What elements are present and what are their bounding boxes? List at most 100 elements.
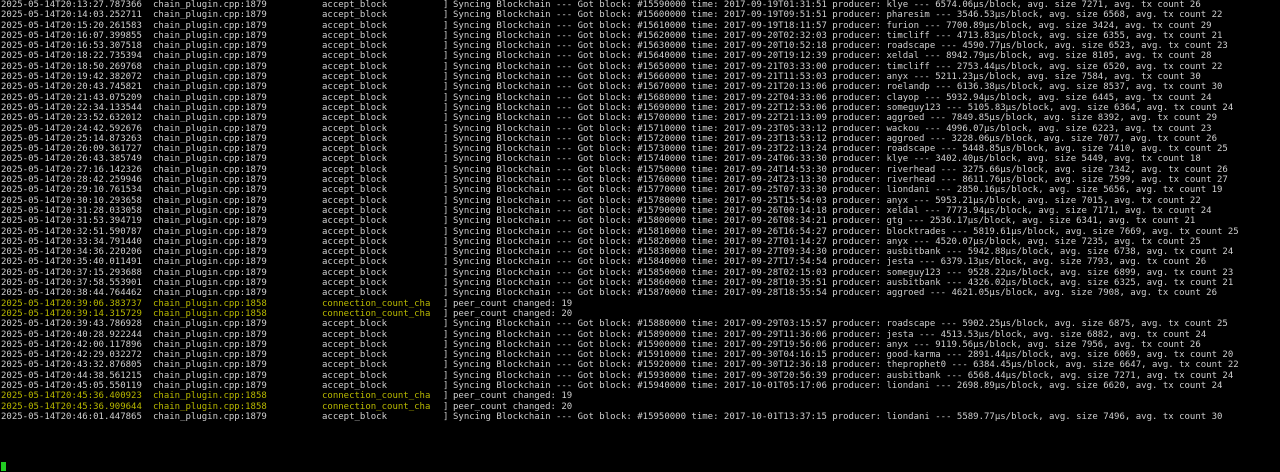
log-timestamp: 2025-05-14T20:15:20.261583	[1, 20, 142, 31]
log-function: accept_block	[322, 102, 388, 113]
log-message: Syncing Blockchain --- Got block: #15840…	[453, 257, 1207, 268]
log-function: accept_block	[322, 51, 388, 62]
log-line: 2025-05-14T20:32:51.590787 chain_plugin.c…	[0, 227, 1280, 237]
log-message: peer_count changed: 20	[453, 401, 573, 412]
log-line: 2025-05-14T20:39:14.315729 chain_plugin.c…	[0, 309, 1280, 319]
log-message: Syncing Blockchain --- Got block: #15890…	[453, 329, 1207, 340]
log-timestamp: 2025-05-14T20:29:10.761534	[1, 185, 142, 196]
log-source: chain_plugin.cpp:1879	[153, 175, 267, 186]
log-timestamp: 2025-05-14T20:18:22.735394	[1, 51, 142, 62]
log-message: Syncing Blockchain --- Got block: #15820…	[453, 236, 1201, 247]
log-function: connection_count_cha	[322, 401, 431, 412]
log-bracket: ]	[443, 51, 449, 62]
log-function: accept_block	[322, 175, 388, 186]
log-line: 2025-05-14T20:46:01.447865 chain_plugin.c…	[0, 412, 1280, 422]
log-source: chain_plugin.cpp:1879	[153, 154, 267, 165]
log-function: accept_block	[322, 164, 388, 175]
log-timestamp: 2025-05-14T20:45:36.400923	[1, 391, 142, 402]
log-line: 2025-05-14T20:18:50.269768 chain_plugin.c…	[0, 62, 1280, 72]
log-function: accept_block	[322, 339, 388, 350]
log-bracket: ]	[443, 278, 449, 289]
log-line: 2025-05-14T20:27:16.142326 chain_plugin.c…	[0, 165, 1280, 175]
log-source: chain_plugin.cpp:1879	[153, 257, 267, 268]
log-source: chain_plugin.cpp:1879	[153, 236, 267, 247]
log-bracket: ]	[443, 144, 449, 155]
log-message: Syncing Blockchain --- Got block: #15880…	[453, 319, 1228, 330]
log-message: Syncing Blockchain --- Got block: #15920…	[453, 360, 1239, 371]
log-line: 2025-05-14T20:39:43.786928 chain_plugin.c…	[0, 319, 1280, 329]
log-source: chain_plugin.cpp:1879	[153, 195, 267, 206]
log-function: accept_block	[322, 10, 388, 21]
log-source: chain_plugin.cpp:1879	[153, 247, 267, 258]
log-message: peer_count changed: 20	[453, 308, 573, 319]
log-source: chain_plugin.cpp:1879	[153, 72, 267, 83]
log-message: Syncing Blockchain --- Got block: #15670…	[453, 82, 1223, 93]
log-source: chain_plugin.cpp:1879	[153, 20, 267, 31]
log-source: chain_plugin.cpp:1879	[153, 92, 267, 103]
log-source: chain_plugin.cpp:1879	[153, 30, 267, 41]
log-bracket: ]	[443, 92, 449, 103]
log-bracket: ]	[443, 350, 449, 361]
log-source: chain_plugin.cpp:1879	[153, 51, 267, 62]
log-line: 2025-05-14T20:31:53.394719 chain_plugin.c…	[0, 216, 1280, 226]
log-bracket: ]	[443, 308, 449, 319]
log-function: accept_block	[322, 72, 388, 83]
terminal-cursor	[1, 462, 6, 471]
log-line: 2025-05-14T20:39:06.383737 chain_plugin.c…	[0, 299, 1280, 309]
log-line: 2025-05-14T20:38:44.764462 chain_plugin.c…	[0, 288, 1280, 298]
log-message: Syncing Blockchain --- Got block: #15660…	[453, 72, 1201, 83]
log-line: 2025-05-14T20:30:10.293658 chain_plugin.c…	[0, 196, 1280, 206]
log-source: chain_plugin.cpp:1858	[153, 401, 267, 412]
log-bracket: ]	[443, 370, 449, 381]
log-source: chain_plugin.cpp:1879	[153, 267, 267, 278]
log-message: Syncing Blockchain --- Got block: #15610…	[453, 20, 1212, 31]
log-bracket: ]	[443, 164, 449, 175]
log-timestamp: 2025-05-14T20:22:34.133544	[1, 102, 142, 113]
log-bracket: ]	[443, 61, 449, 72]
log-output: 2025-05-14T20:13:27.787366 chain_plugin.c…	[0, 0, 1280, 422]
log-bracket: ]	[443, 329, 449, 340]
log-function: accept_block	[322, 144, 388, 155]
log-function: accept_block	[322, 247, 388, 258]
log-timestamp: 2025-05-14T20:21:43.075209	[1, 92, 142, 103]
log-timestamp: 2025-05-14T20:39:06.383737	[1, 298, 142, 309]
log-source: chain_plugin.cpp:1858	[153, 298, 267, 309]
log-line: 2025-05-14T20:15:20.261583 chain_plugin.c…	[0, 21, 1280, 31]
log-bracket: ]	[443, 185, 449, 196]
log-function: accept_block	[322, 278, 388, 289]
log-line: 2025-05-14T20:35:40.011491 chain_plugin.c…	[0, 257, 1280, 267]
log-bracket: ]	[443, 288, 449, 299]
log-source: chain_plugin.cpp:1879	[153, 216, 267, 227]
log-bracket: ]	[443, 41, 449, 52]
log-bracket: ]	[443, 0, 449, 10]
log-timestamp: 2025-05-14T20:45:36.909644	[1, 401, 142, 412]
terminal-window[interactable]: 2025-05-14T20:13:27.787366 chain_plugin.c…	[0, 0, 1280, 472]
log-message: Syncing Blockchain --- Got block: #15630…	[453, 41, 1228, 52]
log-source: chain_plugin.cpp:1879	[153, 123, 267, 134]
log-line: 2025-05-14T20:45:05.550119 chain_plugin.c…	[0, 381, 1280, 391]
log-line: 2025-05-14T20:45:36.400923 chain_plugin.c…	[0, 391, 1280, 401]
log-bracket: ]	[443, 133, 449, 144]
log-message: Syncing Blockchain --- Got block: #15730…	[453, 144, 1228, 155]
log-source: chain_plugin.cpp:1879	[153, 319, 267, 330]
log-message: Syncing Blockchain --- Got block: #15860…	[453, 278, 1234, 289]
log-function: accept_block	[322, 360, 388, 371]
log-timestamp: 2025-05-14T20:25:14.873263	[1, 133, 142, 144]
log-function: accept_block	[322, 329, 388, 340]
log-message: peer_count changed: 19	[453, 298, 573, 309]
log-line: 2025-05-14T20:42:29.032272 chain_plugin.c…	[0, 350, 1280, 360]
log-message: Syncing Blockchain --- Got block: #15930…	[453, 370, 1234, 381]
log-function: accept_block	[322, 226, 388, 237]
log-function: accept_block	[322, 370, 388, 381]
log-message: Syncing Blockchain --- Got block: #15700…	[453, 113, 1218, 124]
log-source: chain_plugin.cpp:1879	[153, 133, 267, 144]
log-bracket: ]	[443, 411, 449, 422]
log-bracket: ]	[443, 72, 449, 83]
log-timestamp: 2025-05-14T20:30:10.293658	[1, 195, 142, 206]
log-bracket: ]	[443, 195, 449, 206]
log-message: Syncing Blockchain --- Got block: #15940…	[453, 380, 1223, 391]
log-message: Syncing Blockchain --- Got block: #15770…	[453, 185, 1223, 196]
log-function: accept_block	[322, 61, 388, 72]
log-bracket: ]	[443, 391, 449, 402]
log-message: Syncing Blockchain --- Got block: #15790…	[453, 205, 1212, 216]
